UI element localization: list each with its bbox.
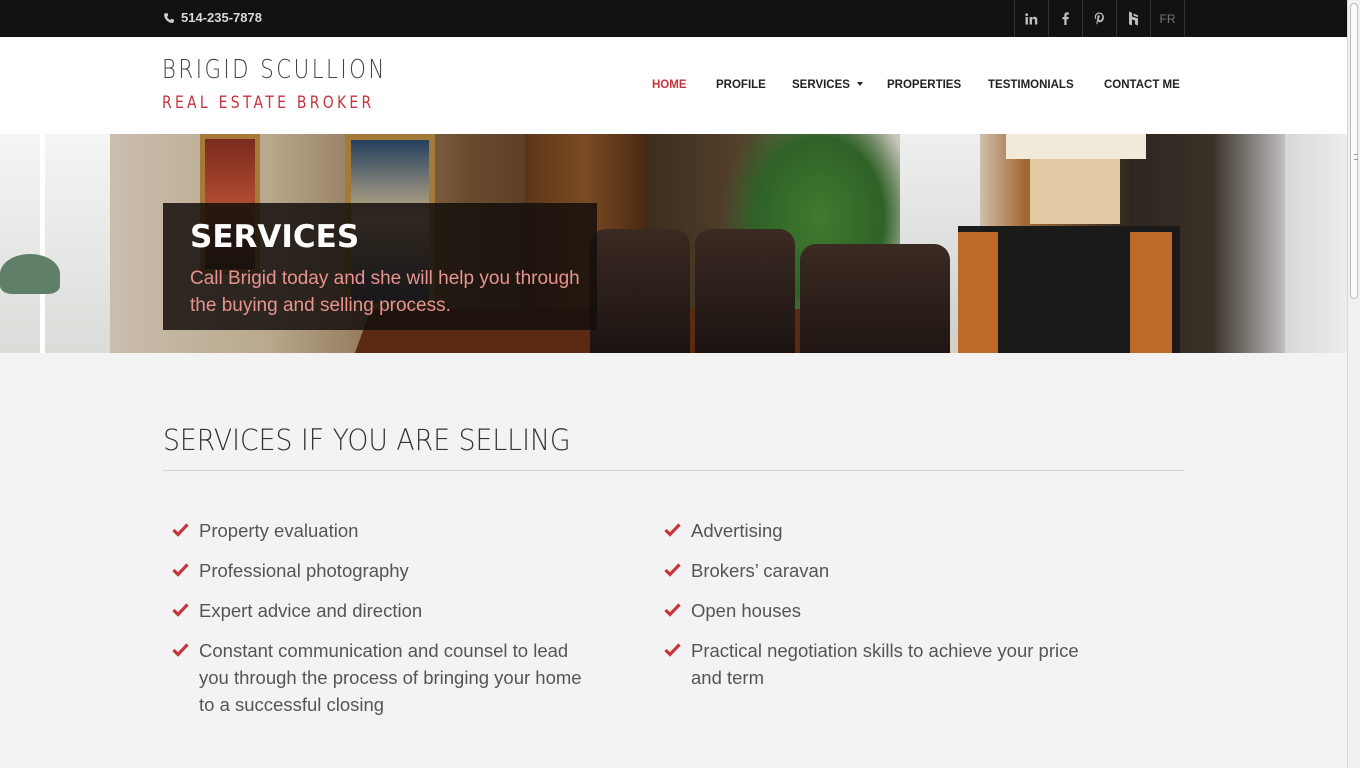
- list-item-text: Property evaluation: [199, 520, 359, 541]
- list-item: Advertising: [664, 517, 1094, 544]
- nav-home[interactable]: HOME: [652, 79, 687, 91]
- nav-services-label: SERVICES: [792, 79, 850, 91]
- nav-services[interactable]: SERVICES: [792, 79, 863, 91]
- list-item-text: Professional photography: [199, 560, 409, 581]
- hero-photo-chair: [800, 244, 950, 353]
- list-item-text: Practical negotiation skills to achieve …: [691, 640, 1079, 688]
- check-icon: [172, 563, 189, 577]
- hero-photo-window: [0, 134, 110, 353]
- scrollbar-thumb[interactable]: [1350, 3, 1358, 299]
- hero-photo-chair: [590, 229, 690, 353]
- check-icon: [664, 563, 681, 577]
- houzz-icon: [1129, 11, 1138, 26]
- main-content: SERVICES IF YOU ARE SELLING Property eva…: [0, 353, 1347, 768]
- hero-photo-chair: [695, 229, 795, 353]
- linkedin-icon: [1025, 12, 1038, 24]
- check-icon: [664, 523, 681, 537]
- hero-caption: SERVICES Call Brigid today and she will …: [163, 203, 597, 330]
- list-item-text: Expert advice and direction: [199, 600, 423, 621]
- social-links: FR: [1014, 0, 1185, 37]
- hero-banner: SERVICES Call Brigid today and she will …: [0, 134, 1347, 353]
- selling-services-list-left: Property evaluation Professional photogr…: [172, 517, 602, 731]
- check-icon: [172, 523, 189, 537]
- brand-subtitle[interactable]: REAL ESTATE BROKER: [162, 93, 374, 113]
- list-item: Brokers’ caravan: [664, 557, 1094, 584]
- facebook-icon: [1062, 12, 1069, 25]
- caret-down-icon: [856, 82, 863, 86]
- list-item-text: Advertising: [691, 520, 783, 541]
- nav-testimonials[interactable]: TESTIMONIALS: [988, 79, 1074, 91]
- list-item-text: Constant communication and counsel to le…: [199, 640, 582, 715]
- pinterest-link[interactable]: [1083, 0, 1117, 37]
- phone-text: 514-235-7878: [181, 10, 262, 25]
- linkedin-link[interactable]: [1015, 0, 1049, 37]
- houzz-link[interactable]: [1117, 0, 1151, 37]
- language-switch-fr[interactable]: FR: [1151, 0, 1185, 37]
- hero-photo-plant: [0, 254, 60, 294]
- list-item: Open houses: [664, 597, 1094, 624]
- phone-number[interactable]: 514-235-7878: [163, 10, 262, 25]
- site-header: BRIGID SCULLION REAL ESTATE BROKER HOME …: [0, 37, 1347, 134]
- list-item: Expert advice and direction: [172, 597, 602, 624]
- list-item: Property evaluation: [172, 517, 602, 544]
- list-item-text: Open houses: [691, 600, 802, 621]
- phone-icon: [164, 12, 174, 23]
- hero-photo-wall: [1285, 134, 1347, 353]
- nav-contact[interactable]: CONTACT ME: [1104, 79, 1180, 91]
- check-icon: [664, 603, 681, 617]
- top-bar: 514-235-7878 FR: [0, 0, 1347, 37]
- hero-photo-cabinet-panel: [1130, 232, 1172, 353]
- nav-profile[interactable]: PROFILE: [716, 79, 766, 91]
- hero-text: Call Brigid today and she will help you …: [190, 268, 580, 316]
- selling-services-list-right: Advertising Brokers’ caravan Open houses…: [664, 517, 1094, 704]
- list-item: Professional photography: [172, 557, 602, 584]
- section-title: SERVICES IF YOU ARE SELLING: [163, 423, 571, 457]
- check-icon: [172, 643, 189, 657]
- list-item: Constant communication and counsel to le…: [172, 637, 602, 718]
- hero-photo-cabinet-panel: [958, 232, 998, 353]
- page: 514-235-7878 FR BRIGID SCULLION REAL EST…: [0, 0, 1347, 768]
- nav-properties[interactable]: PROPERTIES: [887, 79, 961, 91]
- vertical-scrollbar[interactable]: [1347, 0, 1360, 768]
- hero-title: SERVICES: [190, 219, 360, 255]
- check-icon: [664, 643, 681, 657]
- list-item-text: Brokers’ caravan: [691, 560, 830, 581]
- facebook-link[interactable]: [1049, 0, 1083, 37]
- main-nav: HOME PROFILE SERVICES PROPERTIES TESTIMO…: [0, 79, 1347, 95]
- hero-photo-lamp: [1006, 134, 1146, 159]
- hero-photo-lamp-base: [1030, 159, 1120, 224]
- scrollbar-grip-icon: [1354, 154, 1358, 160]
- section-divider: [163, 470, 1184, 471]
- pinterest-icon: [1094, 12, 1104, 25]
- check-icon: [172, 603, 189, 617]
- list-item: Practical negotiation skills to achieve …: [664, 637, 1094, 691]
